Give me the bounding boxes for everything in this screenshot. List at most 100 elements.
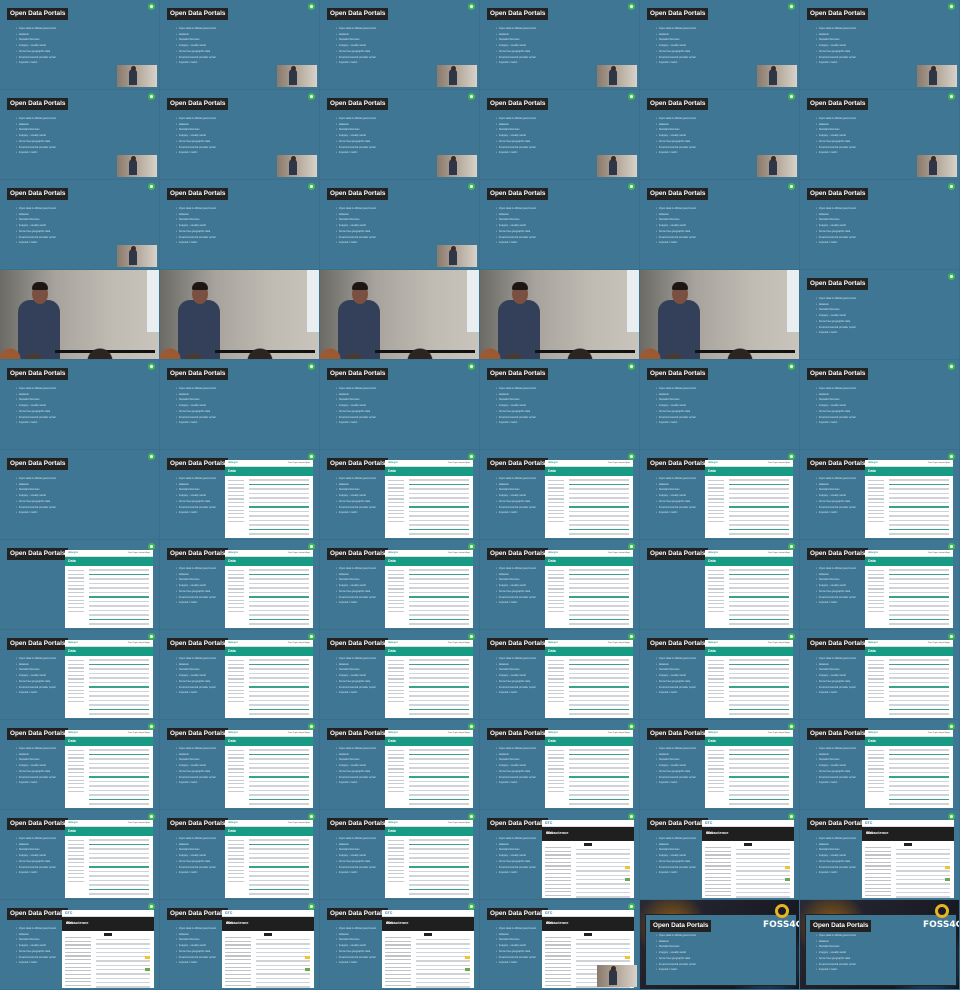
thumbnail-frame[interactable]: Open Data Portals data.gov Data Topics Imp… [0, 720, 160, 810]
thumbnail-frame[interactable]: Open Data PortalsOpen data is official g… [320, 360, 480, 450]
thumbnail-frame[interactable]: Open Data PortalsOpen data is official g… [0, 450, 160, 540]
thumbnail-frame[interactable]: Open Data PortalsOpen data is official g… [800, 900, 960, 990]
thumbnail-frame[interactable]: Open Data Portals data.gov Data Topics Imp… [480, 540, 640, 630]
dsite-tag [625, 878, 630, 881]
thumbnail-frame[interactable]: Open Data Portals data.gov Data Topics Imp… [160, 540, 320, 630]
thumbnail-frame[interactable]: Open Data Portals data.gov Data Topics Imp… [0, 630, 160, 720]
thumbnail-frame[interactable]: Open Data PortalsOpen data is official g… [0, 180, 160, 270]
bullet-item: Some free geographic data [656, 859, 696, 865]
thumbnail-frame[interactable]: Open Data Portals data.gov Data Topics Imp… [320, 630, 480, 720]
sidebar-line [868, 480, 884, 482]
thumbnail-frame[interactable]: Open Data PortalsOpen data is official g… [640, 90, 800, 180]
thumbnail-frame[interactable]: Open Data Portals data.gov Data Topics Imp… [160, 450, 320, 540]
thumbnail-frame[interactable]: Open Data Portals data.gov Data Topics Imp… [800, 540, 960, 630]
thumbnail-frame[interactable]: Open Data PortalsOpen data is official g… [160, 360, 320, 450]
thumbnail-frame[interactable] [0, 270, 160, 360]
sidebar-line [65, 973, 91, 976]
green-badge-icon [948, 93, 955, 100]
dsite-line [736, 849, 790, 851]
thumbnail-frame[interactable]: Open Data Portals data.gov Data Topics Imp… [320, 450, 480, 540]
thumbnail-frame[interactable] [480, 270, 640, 360]
speaker-screen [627, 270, 639, 332]
thumbnail-frame[interactable]: Open Data PortalsDTCGeoscience304Open da… [480, 900, 640, 990]
site-logo: data.gov [548, 551, 558, 554]
result-line [889, 605, 949, 607]
result-line [409, 771, 469, 773]
thumbnail-frame[interactable]: Open Data Portals data.gov Data Topics Imp… [320, 540, 480, 630]
thumbnail-frame[interactable]: Open Data PortalsOpen data is official g… [0, 0, 160, 90]
site-topbar: data.gov Data Topics Impact Apps [865, 550, 953, 557]
thumbnail-frame[interactable]: Open Data PortalsOpen data is official g… [160, 90, 320, 180]
thumbnail-frame[interactable]: Open Data PortalsOpen data is official g… [0, 360, 160, 450]
thumbnail-frame[interactable]: Open Data PortalsOpen data is official g… [800, 0, 960, 90]
thumbnail-frame[interactable]: Open Data Portals data.gov Data Topics Imp… [0, 810, 160, 900]
sidebar-line [868, 750, 884, 752]
thumbnail-frame[interactable]: Open Data Portals data.gov Data Topics Imp… [640, 540, 800, 630]
thumbnail-frame[interactable]: Open Data PortalsOpen data is official g… [320, 0, 480, 90]
thumbnail-frame[interactable]: Open Data PortalsDTCGeoscience304Open da… [0, 900, 160, 990]
sidebar-line [68, 772, 84, 774]
thumbnail-frame[interactable]: Open Data Portals data.gov Data Topics Imp… [0, 540, 160, 630]
thumbnail-frame[interactable]: Open Data PortalsOpen data is official g… [640, 360, 800, 450]
speaker-head [771, 156, 776, 161]
thumbnail-frame[interactable]: Open Data PortalsOpen data is official g… [800, 270, 960, 360]
thumbnail-frame[interactable]: Open Data PortalsDTCGeoscience304Open da… [800, 810, 960, 900]
sidebar-line [68, 873, 84, 875]
thumbnail-frame[interactable]: Open Data PortalsDTCGeoscience304Open da… [160, 900, 320, 990]
thumbnail-frame[interactable]: Open Data PortalsDTCGeoscience304Open da… [640, 810, 800, 900]
thumbnail-frame[interactable]: Open Data PortalsOpen data is official g… [160, 180, 320, 270]
thumbnail-frame[interactable]: Open Data PortalsDTCGeoscience304Open da… [480, 810, 640, 900]
thumbnail-frame[interactable]: Open Data PortalsOpen data is official g… [320, 90, 480, 180]
thumbnail-frame[interactable]: Open Data PortalsOpen data is official g… [480, 0, 640, 90]
bullet-list: Open data is official governmentdatasets… [816, 746, 856, 786]
thumbnail-frame[interactable]: Open Data PortalsOpen data is official g… [480, 180, 640, 270]
result-line [729, 605, 789, 607]
dsite-line [896, 853, 950, 855]
thumbnail-frame[interactable] [320, 270, 480, 360]
bullet-item: Imperial / metric [496, 420, 536, 426]
slide-title: Open Data Portals [7, 8, 69, 20]
thumbnail-frame[interactable]: Open Data Portals data.gov Data Topics Imp… [640, 450, 800, 540]
thumbnail-frame[interactable]: Open Data Portals data.gov Data Topics Imp… [800, 450, 960, 540]
thumbnail-frame[interactable]: Open Data Portals data.gov Data Topics Imp… [480, 450, 640, 540]
thumbnail-frame[interactable]: Open Data Portals data.gov Data Topics Imp… [800, 630, 960, 720]
website-screenshot: data.gov Data Topics Impact Apps Data [225, 550, 313, 628]
thumbnail-frame[interactable]: Open Data Portals data.gov Data Topics Imp… [480, 630, 640, 720]
sidebar-line [228, 700, 244, 702]
result-line [249, 488, 309, 490]
result-line [889, 713, 949, 715]
slide-title: Open Data Portals [650, 920, 712, 932]
thumbnail-frame[interactable] [160, 270, 320, 360]
thumbnail-frame[interactable]: Open Data Portals data.gov Data Topics Imp… [320, 720, 480, 810]
sidebar-line [228, 847, 244, 849]
bullet-item: Open data is official government [336, 206, 376, 212]
thumbnail-frame[interactable]: Open Data PortalsOpen data is official g… [640, 900, 800, 990]
thumbnail-frame[interactable]: Open Data PortalsOpen data is official g… [320, 180, 480, 270]
thumbnail-frame[interactable]: Open Data PortalsOpen data is official g… [160, 0, 320, 90]
thumbnail-frame[interactable]: Open Data Portals data.gov Data Topics Imp… [640, 630, 800, 720]
thumbnail-frame[interactable]: Open Data PortalsOpen data is official g… [480, 360, 640, 450]
thumbnail-frame[interactable]: Open Data PortalsDTCGeoscience304Open da… [320, 900, 480, 990]
thumbnail-frame[interactable]: Open Data Portals data.gov Data Topics Imp… [160, 720, 320, 810]
thumbnail-frame[interactable]: Open Data Portals data.gov Data Topics Imp… [640, 720, 800, 810]
thumbnail-frame[interactable]: Open Data PortalsOpen data is official g… [800, 360, 960, 450]
thumbnail-frame[interactable] [640, 270, 800, 360]
site-sidebar [228, 660, 244, 704]
dsite-line [96, 969, 150, 971]
thumbnail-frame[interactable]: Open Data Portals data.gov Data Topics Imp… [160, 630, 320, 720]
thumbnail-frame[interactable]: Open Data PortalsOpen data is official g… [640, 180, 800, 270]
thumbnail-frame[interactable]: Open Data PortalsOpen data is official g… [800, 90, 960, 180]
thumbnail-frame[interactable]: Open Data Portals data.gov Data Topics Imp… [800, 720, 960, 810]
thumbnail-frame[interactable]: Open Data PortalsOpen data is official g… [800, 180, 960, 270]
thumbnail-frame[interactable]: Open Data PortalsOpen data is official g… [480, 90, 640, 180]
thumbnail-frame[interactable]: Open Data PortalsOpen data is official g… [0, 90, 160, 180]
slide-title: Open Data Portals [327, 728, 389, 740]
result-line [569, 623, 629, 625]
sidebar-line [865, 891, 891, 893]
speaker-head [451, 246, 456, 251]
thumbnail-frame[interactable]: Open Data Portals data.gov Data Topics Imp… [480, 720, 640, 810]
thumbnail-frame[interactable]: Open Data Portals data.gov Data Topics Imp… [320, 810, 480, 900]
thumbnail-frame[interactable]: Open Data PortalsOpen data is official g… [640, 0, 800, 90]
sidebar-line [705, 861, 731, 863]
thumbnail-frame[interactable]: Open Data Portals data.gov Data Topics Imp… [160, 810, 320, 900]
